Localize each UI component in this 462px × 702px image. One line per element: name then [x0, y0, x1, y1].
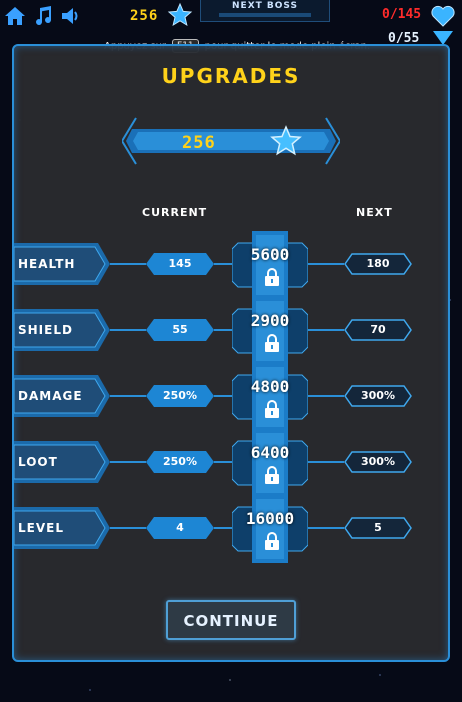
home-icon[interactable]	[4, 5, 26, 27]
column-current-header: CURRENT	[142, 206, 208, 219]
upgrade-cost-button[interactable]	[232, 297, 308, 365]
upgrade-name: LEVEL	[18, 521, 64, 535]
upgrade-row-shield: SHIELD 55 2900 70	[0, 297, 462, 365]
upgrade-cost-button[interactable]	[232, 429, 308, 497]
music-icon[interactable]	[32, 5, 54, 27]
upgrade-row-damage: DAMAGE 250% 4800 300%	[0, 363, 462, 431]
heart-icon	[431, 5, 455, 27]
upgrade-cost: 5600	[250, 245, 290, 264]
connector-line	[214, 527, 232, 529]
connector-line	[110, 329, 146, 331]
upgrade-cost-button[interactable]	[232, 363, 308, 431]
lock-icon	[265, 334, 279, 352]
stars-banner	[122, 117, 340, 165]
connector-line	[214, 329, 232, 331]
connector-line	[110, 395, 146, 397]
lock-icon	[265, 466, 279, 484]
upgrade-cost-button[interactable]	[232, 495, 308, 563]
next-value: 70	[370, 323, 386, 336]
connector-line	[214, 461, 232, 463]
next-boss-bar	[219, 13, 311, 17]
upgrade-cost: 2900	[250, 311, 290, 330]
continue-label: CONTINUE	[183, 612, 279, 630]
upgrade-name: LOOT	[18, 455, 58, 469]
upgrade-name: SHIELD	[18, 323, 73, 337]
upgrade-row-health: HEALTH 145 5600 180	[0, 231, 462, 299]
top-hud: 256 NEXT BOSS 0/145 0/55	[0, 0, 462, 46]
upgrade-cost-button[interactable]	[232, 231, 308, 299]
next-boss-label: NEXT BOSS	[232, 1, 298, 11]
current-value: 145	[168, 257, 192, 270]
connector-line	[308, 263, 344, 265]
next-value: 300%	[361, 455, 395, 468]
connector-line	[110, 527, 146, 529]
connector-line	[214, 395, 232, 397]
column-next-header: NEXT	[356, 206, 393, 219]
upgrade-row-level: LEVEL 4 16000 5	[0, 495, 462, 563]
lock-icon	[265, 400, 279, 418]
star-icon	[167, 2, 193, 27]
upgrade-row-loot: LOOT 250% 6400 300%	[0, 429, 462, 497]
star-icon	[270, 125, 302, 156]
continue-button[interactable]: CONTINUE	[166, 600, 296, 640]
upgrade-cost: 6400	[250, 443, 290, 462]
current-value: 55	[172, 323, 188, 336]
panel-title: UPGRADES	[161, 64, 301, 88]
upgrade-cost: 4800	[250, 377, 290, 396]
hud-score: 256	[130, 8, 159, 24]
next-boss-meter: NEXT BOSS	[200, 0, 330, 22]
next-value: 180	[366, 257, 390, 270]
speaker-icon[interactable]	[60, 5, 82, 27]
current-value: 250%	[163, 389, 197, 402]
hp-readout: 0/145	[382, 7, 422, 22]
upgrade-name: HEALTH	[18, 257, 76, 271]
upgrade-name: DAMAGE	[18, 389, 83, 403]
connector-line	[214, 263, 232, 265]
connector-line	[308, 329, 344, 331]
current-value: 4	[176, 521, 184, 534]
next-value: 300%	[361, 389, 395, 402]
next-value: 5	[374, 521, 382, 534]
connector-line	[308, 395, 344, 397]
connector-line	[308, 461, 344, 463]
connector-line	[110, 461, 146, 463]
connector-line	[110, 263, 146, 265]
current-value: 250%	[163, 455, 197, 468]
upgrade-cost: 16000	[245, 509, 295, 528]
lock-icon	[265, 532, 279, 550]
connector-line	[308, 527, 344, 529]
lock-icon	[265, 268, 279, 286]
stars-total: 256	[182, 133, 216, 153]
